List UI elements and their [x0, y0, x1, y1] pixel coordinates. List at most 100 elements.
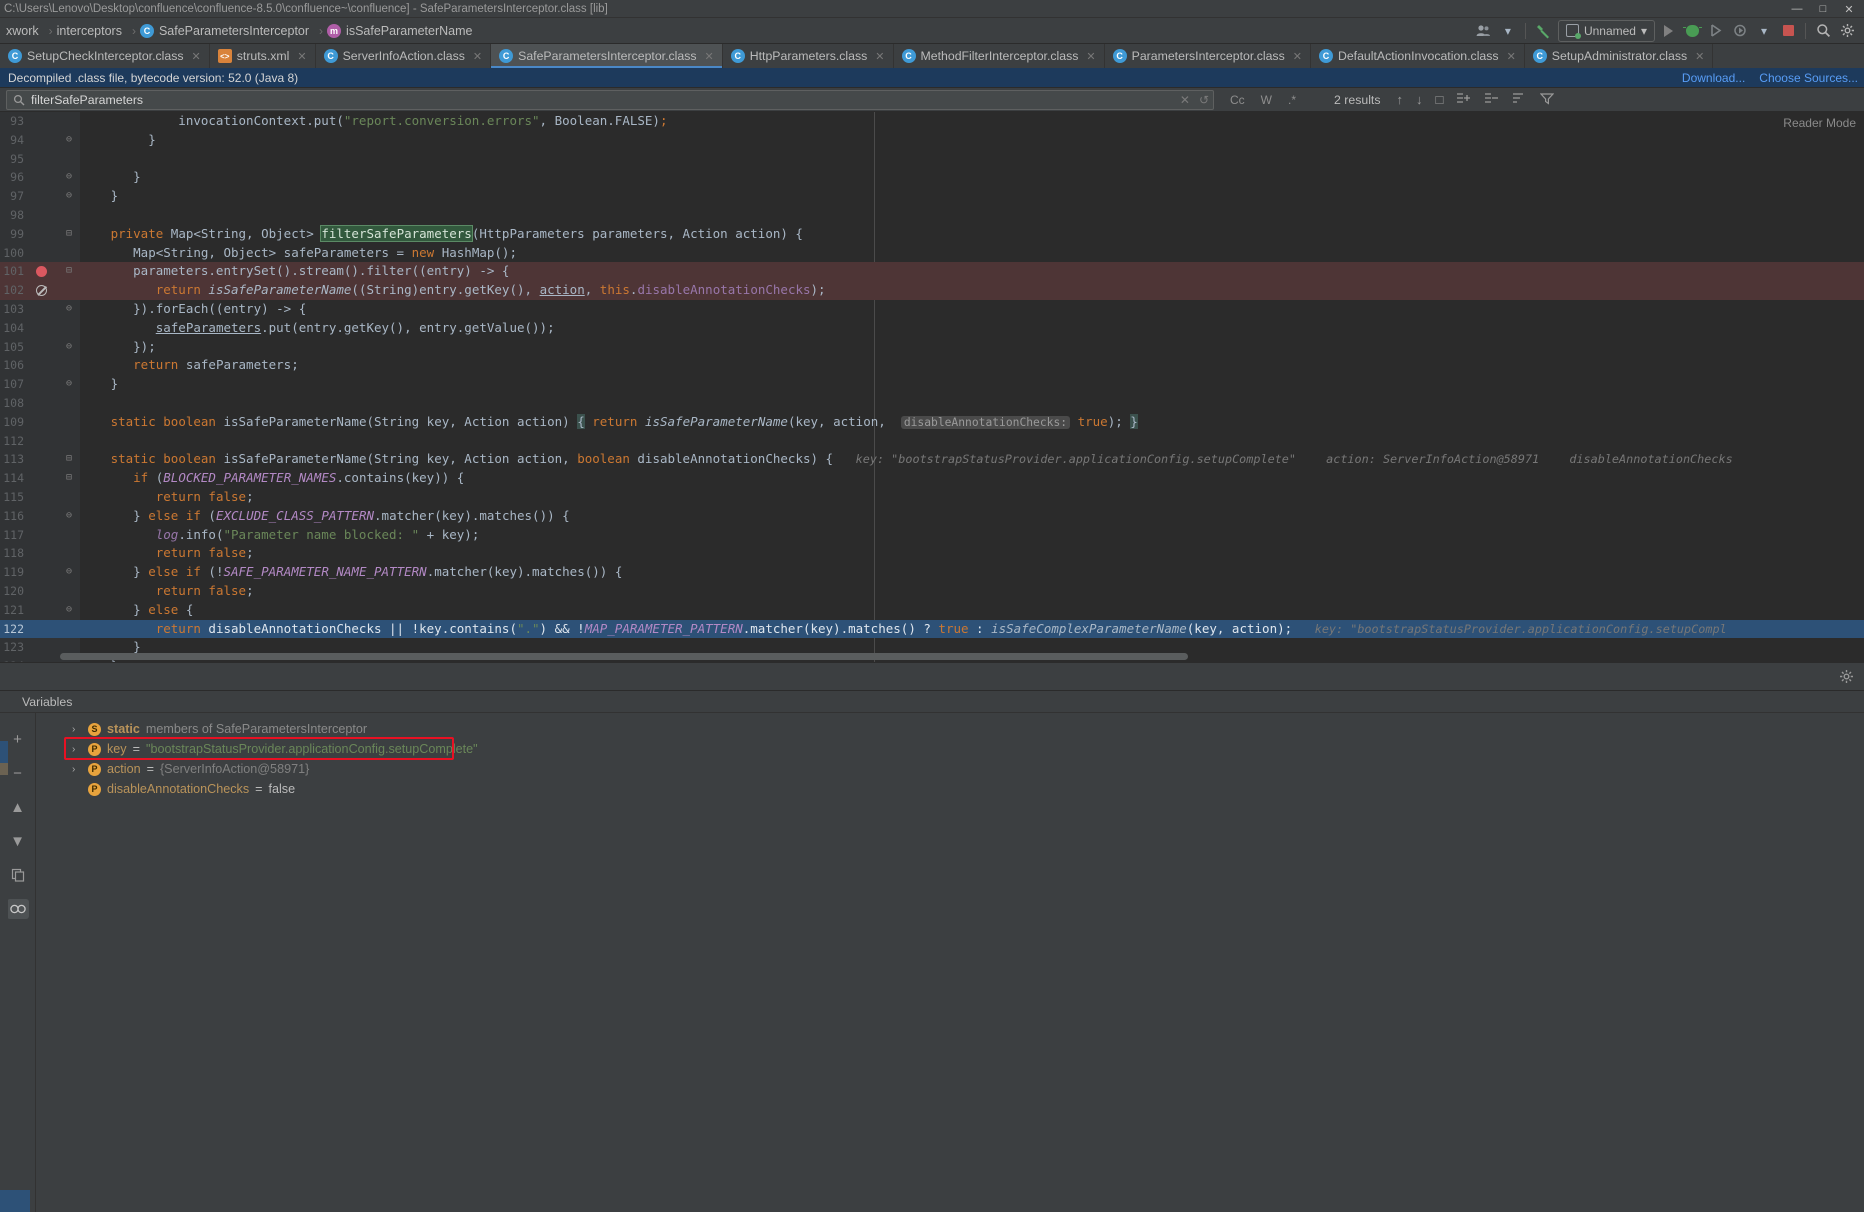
exclude-line-filter-button[interactable]: [1484, 92, 1499, 108]
fold-marker[interactable]: [58, 205, 80, 225]
gutter-markers[interactable]: [30, 356, 58, 376]
tab-setupadministrator[interactable]: C SetupAdministrator.class ✕: [1525, 44, 1714, 68]
gutter-markers[interactable]: [30, 318, 58, 338]
gutter-markers[interactable]: [30, 638, 58, 658]
close-icon[interactable]: ✕: [297, 50, 306, 63]
code-line[interactable]: 120 return false;: [0, 581, 1864, 601]
fold-marker[interactable]: ⊖: [58, 600, 80, 620]
breadcrumb-item-xwork[interactable]: xwork: [6, 24, 45, 38]
gutter-markers[interactable]: [30, 337, 58, 357]
copy-icon[interactable]: [7, 865, 29, 885]
gutter-markers[interactable]: [30, 544, 58, 564]
fold-marker[interactable]: ⊖: [58, 506, 80, 526]
expand-arrow[interactable]: ›: [72, 744, 82, 755]
fold-marker[interactable]: ⊟: [58, 469, 80, 488]
search-icon[interactable]: [1812, 20, 1834, 42]
gutter-markers[interactable]: [30, 168, 58, 188]
fold-marker[interactable]: ⊖: [58, 187, 80, 206]
fold-marker[interactable]: ⊖: [58, 299, 80, 319]
fold-marker[interactable]: [58, 412, 80, 432]
gutter-markers[interactable]: [30, 112, 58, 131]
gutter-markers[interactable]: [30, 149, 58, 169]
code-line[interactable]: 116 ⊖ } else if (EXCLUDE_CLASS_PATTERN.m…: [0, 506, 1864, 526]
maximize-button[interactable]: □: [1810, 0, 1836, 18]
variable-row-disableannotationchecks[interactable]: P disableAnnotationChecks = false: [36, 779, 1864, 799]
fold-marker[interactable]: ⊖: [58, 130, 80, 150]
find-next-button[interactable]: ↓: [1416, 92, 1423, 107]
close-icon[interactable]: ✕: [473, 50, 482, 63]
regex-toggle[interactable]: .*: [1286, 93, 1298, 107]
fold-marker[interactable]: ⊟: [58, 224, 80, 244]
code-line[interactable]: 117 log.info("Parameter name blocked: " …: [0, 525, 1864, 545]
gutter-markers[interactable]: [30, 375, 58, 394]
variable-row-action[interactable]: › P action = {ServerInfoAction@58971}: [36, 759, 1864, 779]
gutter-markers[interactable]: [30, 187, 58, 206]
fold-marker[interactable]: ⊖: [58, 168, 80, 188]
tab-methodfilterinterceptor[interactable]: C MethodFilterInterceptor.class ✕: [894, 44, 1105, 68]
gutter-markers[interactable]: [30, 487, 58, 507]
gutter-markers[interactable]: [30, 262, 58, 282]
code-line[interactable]: 113 ⊟ static boolean isSafeParameterName…: [0, 450, 1864, 470]
fold-marker[interactable]: [58, 431, 80, 451]
fold-marker[interactable]: [58, 318, 80, 338]
breakpoint-icon[interactable]: [36, 266, 47, 278]
add-line-filter-button[interactable]: [1456, 92, 1471, 108]
select-all-occurrences-button[interactable]: □: [1436, 92, 1444, 107]
debug-icon[interactable]: [1681, 20, 1703, 42]
run-configuration-selector[interactable]: Unnamed ▾: [1557, 19, 1655, 42]
gutter-markers[interactable]: [30, 525, 58, 545]
close-icon[interactable]: ✕: [1086, 50, 1095, 63]
fold-marker[interactable]: [58, 619, 80, 639]
clear-search-icon[interactable]: ✕: [1180, 93, 1190, 107]
code-line[interactable]: 115 return false;: [0, 487, 1864, 507]
gutter-markers[interactable]: [30, 506, 58, 526]
gutter-markers[interactable]: [30, 581, 58, 601]
fold-marker[interactable]: [58, 243, 80, 263]
fold-marker[interactable]: ⊖: [58, 337, 80, 357]
whole-words-toggle[interactable]: W: [1259, 93, 1274, 107]
tab-safeparametersinterceptor[interactable]: C SafeParametersInterceptor.class ✕: [491, 44, 723, 68]
close-button[interactable]: ✕: [1836, 0, 1862, 18]
tab-serverinfoaction[interactable]: C ServerInfoAction.class ✕: [316, 44, 492, 68]
code-line[interactable]: 98: [0, 205, 1864, 225]
fold-marker[interactable]: [58, 581, 80, 601]
gutter-markers[interactable]: [30, 224, 58, 244]
move-down-button[interactable]: ▼: [7, 831, 29, 851]
gutter-markers[interactable]: [30, 412, 58, 432]
remove-watch-button[interactable]: −: [7, 763, 29, 783]
code-line[interactable]: 107 ⊖ }: [0, 375, 1864, 394]
variables-list[interactable]: › S static members of SafeParametersInte…: [36, 713, 1864, 1212]
find-prev-button[interactable]: ↑: [1397, 92, 1404, 107]
download-link[interactable]: Download...: [1682, 71, 1745, 85]
variable-row-static[interactable]: › S static members of SafeParametersInte…: [36, 719, 1864, 739]
close-icon[interactable]: ✕: [1293, 50, 1302, 63]
gutter-markers[interactable]: [30, 600, 58, 620]
tab-defaultactioninvocation[interactable]: C DefaultActionInvocation.class ✕: [1311, 44, 1525, 68]
tab-setupcheckinterceptor[interactable]: C SetupCheckInterceptor.class ✕: [0, 44, 210, 68]
rerun-icon[interactable]: [1705, 20, 1727, 42]
close-icon[interactable]: ✕: [192, 50, 201, 63]
tab-struts-xml[interactable]: <> struts.xml ✕: [210, 44, 316, 68]
add-watch-button[interactable]: +: [7, 729, 29, 749]
profile-dropdown-caret[interactable]: ▾: [1497, 20, 1519, 42]
gutter-markers[interactable]: [30, 469, 58, 488]
code-line[interactable]: 104 safeParameters.put(entry.getKey(), e…: [0, 318, 1864, 338]
gutter-markers[interactable]: [30, 299, 58, 319]
code-line[interactable]: 118 return false;: [0, 544, 1864, 564]
code-line[interactable]: 96 ⊖ }: [0, 168, 1864, 188]
code-line[interactable]: 97 ⊖ }: [0, 187, 1864, 206]
fold-marker[interactable]: ⊟: [58, 262, 80, 282]
gutter-markers[interactable]: [30, 243, 58, 263]
expand-arrow[interactable]: ›: [72, 764, 82, 775]
fold-marker[interactable]: ⊖: [58, 563, 80, 582]
stop-icon[interactable]: [1777, 20, 1799, 42]
code-line[interactable]: 114 ⊟ if (BLOCKED_PARAMETER_NAMES.contai…: [0, 469, 1864, 488]
run-icon[interactable]: [1657, 20, 1679, 42]
filter-icon[interactable]: [1539, 92, 1555, 108]
match-case-toggle[interactable]: Cc: [1228, 93, 1247, 107]
tab-parametersinterceptor[interactable]: C ParametersInterceptor.class ✕: [1105, 44, 1311, 68]
code-line[interactable]: 103 ⊖ }).forEach((entry) -> {: [0, 299, 1864, 319]
code-line[interactable]: 105 ⊖ });: [0, 337, 1864, 357]
code-line[interactable]: 106 return safeParameters;: [0, 356, 1864, 376]
gutter-markers[interactable]: [30, 393, 58, 413]
